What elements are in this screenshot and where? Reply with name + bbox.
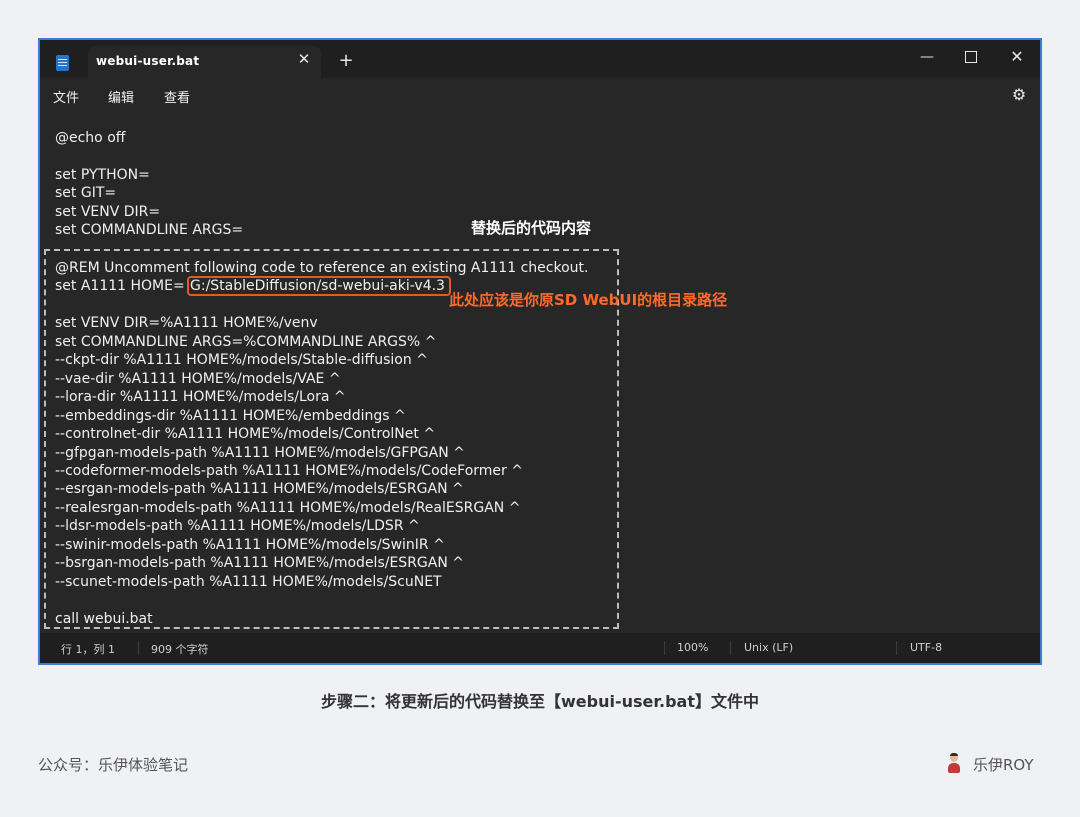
- code-line: set VENV DIR=: [55, 203, 161, 220]
- annotation-root-path: 此处应该是你原SD WebUI的根目录路径: [449, 291, 728, 309]
- text-editor[interactable]: @echo off set PYTHON= set GIT= set VENV DIR…: [40, 112, 1040, 632]
- status-divider: [664, 641, 665, 655]
- code-line: set VENV DIR=%A1111 HOME%/venv: [55, 315, 318, 332]
- code-line: set COMMANDLINE ARGS=: [55, 222, 244, 239]
- menu-file[interactable]: 文件: [53, 87, 79, 106]
- status-divider: [896, 641, 897, 655]
- menu-bar: 文件 编辑 查看 ⚙: [40, 78, 1040, 112]
- tab-webui-user-bat[interactable]: webui-user.bat ✕: [88, 46, 321, 78]
- code-line: --esrgan-models-path %A1111 HOME%/models…: [55, 481, 464, 498]
- notepad-app-icon: [56, 55, 69, 71]
- code-line: set COMMANDLINE ARGS=%COMMANDLINE ARGS% …: [55, 333, 437, 350]
- status-bar: 行 1，列 1 909 个字符 100% Unix (LF) UTF-8: [40, 633, 1040, 663]
- title-bar: webui-user.bat ✕ + — ✕: [40, 40, 1040, 78]
- status-divider: [138, 641, 139, 655]
- close-button[interactable]: ✕: [1002, 46, 1032, 68]
- maximize-button[interactable]: [956, 46, 986, 68]
- code-line: --controlnet-dir %A1111 HOME%/models/Con…: [55, 426, 436, 443]
- menu-view[interactable]: 查看: [164, 87, 190, 106]
- notepad-window: webui-user.bat ✕ + — ✕ 文件 编辑 查看 ⚙ @echo …: [40, 40, 1040, 663]
- code-line: --swinir-models-path %A1111 HOME%/models…: [55, 536, 445, 553]
- footer-account-name: 公众号：乐伊体验笔记: [38, 756, 189, 774]
- code-line: set GIT=: [55, 185, 117, 202]
- author-avatar-icon: [947, 753, 961, 773]
- code-line: --embeddings-dir %A1111 HOME%/embeddings…: [55, 407, 406, 424]
- tab-title: webui-user.bat: [96, 54, 200, 68]
- status-char-count: 909 个字符: [151, 643, 209, 656]
- status-cursor-position: 行 1，列 1: [61, 643, 115, 656]
- status-zoom[interactable]: 100%: [677, 641, 708, 654]
- maximize-icon: [965, 51, 977, 63]
- menu-edit[interactable]: 编辑: [108, 87, 134, 106]
- code-line: --scunet-models-path %A1111 HOME%/models…: [55, 573, 442, 590]
- code-line: --realesrgan-models-path %A1111 HOME%/mo…: [55, 499, 521, 516]
- code-line: @REM Uncomment following code to referen…: [55, 260, 589, 276]
- code-line: --bsrgan-models-path %A1111 HOME%/models…: [55, 555, 464, 572]
- a1111-home-path: G:/StableDiffusion/sd-webui-aki-v4.3: [190, 278, 445, 294]
- code-line: set PYTHON=: [55, 166, 150, 183]
- status-encoding[interactable]: UTF-8: [910, 641, 942, 654]
- step-caption: 步骤二：将更新后的代码替换至【webui-user.bat】文件中: [321, 692, 759, 711]
- footer-author: 乐伊ROY: [973, 756, 1034, 774]
- code-line: --vae-dir %A1111 HOME%/models/VAE ^: [55, 370, 341, 387]
- avatar-body: [948, 763, 960, 773]
- minimize-button[interactable]: —: [912, 46, 942, 68]
- code-line: --codeformer-models-path %A1111 HOME%/mo…: [55, 462, 523, 479]
- code-line: --lora-dir %A1111 HOME%/models/Lora ^: [55, 389, 346, 406]
- settings-gear-icon[interactable]: ⚙: [1010, 86, 1028, 104]
- code-line: call webui.bat: [55, 610, 153, 627]
- code-line: @echo off: [55, 130, 126, 146]
- code-line: --ldsr-models-path %A1111 HOME%/models/L…: [55, 518, 420, 535]
- code-line: --gfpgan-models-path %A1111 HOME%/models…: [55, 444, 465, 461]
- tab-close-icon[interactable]: ✕: [294, 49, 314, 69]
- avatar-hair: [950, 753, 958, 756]
- status-divider: [730, 641, 731, 655]
- code-line: set A1111 HOME=: [55, 278, 185, 295]
- new-tab-button[interactable]: +: [336, 50, 356, 72]
- code-line: --ckpt-dir %A1111 HOME%/models/Stable-di…: [55, 352, 428, 369]
- annotation-replaced-code: 替换后的代码内容: [471, 219, 592, 237]
- status-line-ending[interactable]: Unix (LF): [744, 641, 793, 654]
